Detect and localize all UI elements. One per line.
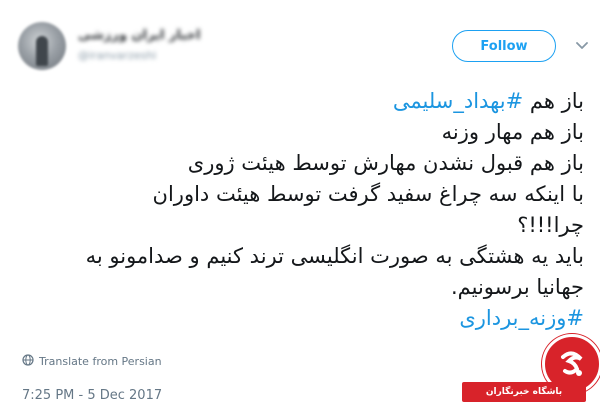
globe-icon bbox=[22, 353, 34, 369]
translate-link[interactable]: Translate from Persian bbox=[22, 353, 162, 369]
tweet-line-3: باز هم قبول نشدن مهارش توسط هیئت ژوری bbox=[187, 151, 584, 175]
tweet-line-5: چرا!!!؟ bbox=[517, 213, 584, 237]
tweet-line-2: باز هم مهار وزنه bbox=[441, 120, 584, 144]
watermark-logo: باشگاه خبرنگاران bbox=[462, 328, 600, 414]
hashtag-link[interactable]: #وزنه_برداری bbox=[459, 306, 584, 330]
tweet-line-4: با اینکه سه چراغ سفید گرفت توسط هیئت داو… bbox=[152, 182, 584, 206]
hashtag-link[interactable]: #بهداد_سلیمی bbox=[393, 89, 523, 113]
translate-label: Translate from Persian bbox=[39, 354, 162, 368]
tweet-line-text: باز هم bbox=[523, 89, 584, 113]
watermark-text: باشگاه خبرنگاران bbox=[462, 382, 586, 402]
avatar[interactable] bbox=[18, 22, 66, 70]
tweet-header: اخبار ایران ورزشی @iranvarzeshi Follow bbox=[0, 0, 600, 80]
user-handle[interactable]: @iranvarzeshi bbox=[78, 49, 188, 61]
chevron-down-icon[interactable] bbox=[574, 38, 590, 54]
tweet-line-7: جهانیا برسونیم. bbox=[450, 275, 584, 299]
tweet-line-6: باید یه هشتگی به صورت انگلیسی ترند کنیم … bbox=[85, 244, 584, 268]
user-display-name[interactable]: اخبار ایران ورزشی bbox=[78, 28, 218, 42]
tweet-line-1: باز هم #بهداد_سلیمی bbox=[14, 86, 584, 117]
follow-button[interactable]: Follow bbox=[452, 30, 556, 62]
tweet-text: باز هم #بهداد_سلیمی باز هم مهار وزنه باز… bbox=[14, 86, 584, 334]
tweet-timestamp[interactable]: 7:25 PM - 5 Dec 2017 bbox=[22, 388, 162, 403]
